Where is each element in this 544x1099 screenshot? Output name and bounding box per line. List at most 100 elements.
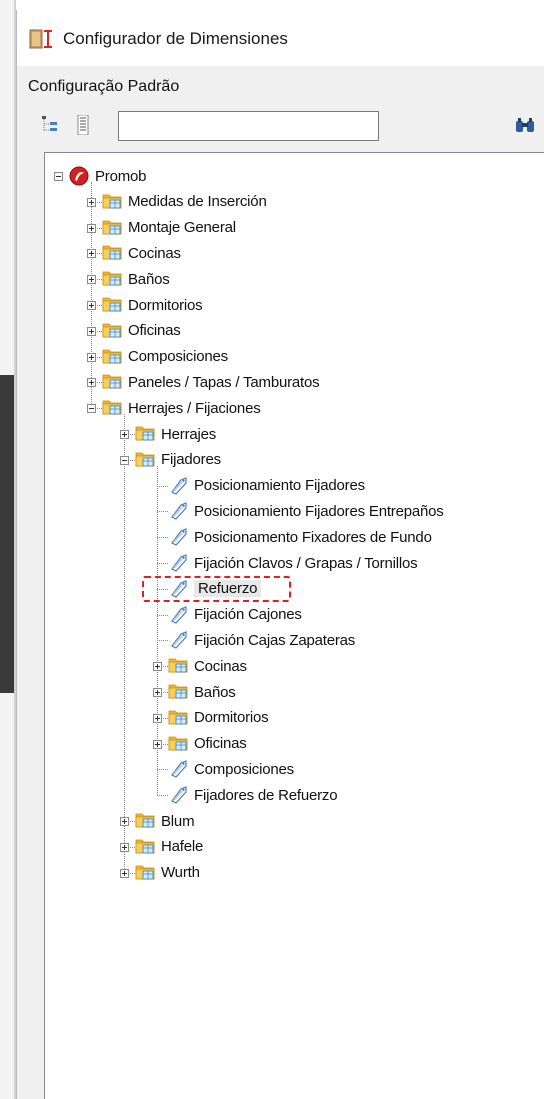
tree-node-label: Composiciones [194, 760, 294, 778]
expand-plus-icon[interactable] [87, 352, 96, 362]
tree-node[interactable]: Fijadores de Refuerzo [168, 784, 338, 806]
expand-plus-icon[interactable] [87, 378, 96, 388]
configuration-label: Configuração Padrão [28, 78, 180, 95]
expand-plus-icon[interactable] [87, 249, 96, 259]
config-tag-icon [171, 528, 187, 547]
expand-plus-icon[interactable] [87, 326, 96, 336]
tree-node-label: Herrajes [161, 425, 217, 443]
toolbar [17, 106, 544, 152]
expand-plus-icon[interactable] [120, 842, 129, 852]
tree-node[interactable]: Herrajes / Fijaciones [102, 397, 261, 419]
folder-icon [102, 374, 122, 389]
tree-node[interactable]: Oficinas [102, 320, 181, 342]
app-icon [29, 28, 55, 50]
folder-icon [168, 710, 188, 725]
tree-view: Promob Medidas de Inserción Montaje Genera… [44, 152, 544, 1099]
tree-node[interactable]: Fijación Cajas Zapateras [168, 629, 355, 651]
tree-expand-icon[interactable] [72, 114, 94, 136]
tree-node[interactable]: Fijadores [135, 449, 221, 471]
folder-icon [102, 220, 122, 234]
config-tag-icon [171, 502, 187, 521]
tree-node-label: Oficinas [194, 735, 247, 753]
tree-node[interactable]: Promob [69, 165, 147, 187]
tree-connector-line [157, 485, 168, 487]
expand-plus-icon[interactable] [87, 301, 96, 310]
tree-connector-line [157, 511, 168, 513]
expand-plus-icon[interactable] [87, 197, 96, 207]
expand-plus-icon[interactable] [153, 688, 162, 697]
tree-node[interactable]: Oficinas [168, 733, 247, 755]
folder-icon [102, 349, 122, 363]
folder-icon [168, 736, 188, 750]
tree-node-label: Baños [194, 683, 236, 701]
tree-node-label: Fijación Cajones [194, 606, 302, 624]
dimension-configurator-window: Configurador de Dimensiones Configuração… [16, 10, 544, 1099]
config-tag-icon [171, 476, 187, 495]
tree-node[interactable]: Posicionamento Fixadores de Fundo [168, 526, 432, 548]
expand-plus-icon[interactable] [153, 662, 162, 672]
selection-highlight [142, 575, 291, 602]
tree-node-label: Montaje General [128, 219, 236, 237]
tree-node[interactable]: Wurth [135, 862, 200, 884]
tree-node[interactable]: Fijación Cajones [168, 604, 302, 626]
tree-node-label: Oficinas [128, 322, 181, 340]
tree-connector-line [157, 795, 168, 797]
tree-node[interactable]: Blum [135, 810, 195, 832]
expand-plus-icon[interactable] [87, 275, 96, 285]
binoculars-search-icon[interactable] [514, 114, 536, 136]
folder-icon [135, 452, 155, 467]
tree-node-label: Composiciones [128, 348, 228, 366]
tree-node[interactable]: Dormitorios [102, 294, 203, 316]
tree-node[interactable]: Medidas de Inserción [102, 191, 267, 213]
config-tag-icon [171, 554, 187, 572]
tree-connector-line [157, 614, 168, 616]
tree-node[interactable]: Cocinas [102, 242, 181, 264]
expand-plus-icon[interactable] [87, 223, 96, 233]
tree-node-label: Posicionamiento Fijadores [194, 477, 365, 495]
expand-plus-icon[interactable] [120, 430, 129, 439]
tree-node[interactable]: Posicionamiento Fijadores [168, 475, 365, 497]
tree-node-label: Baños [128, 270, 170, 288]
folder-icon [168, 658, 188, 673]
tree-node-label: Cocinas [194, 657, 247, 675]
window-title: Configurador de Dimensiones [63, 29, 288, 48]
tree-connector-line [91, 182, 92, 409]
tree-node[interactable]: Composiciones [168, 758, 294, 780]
expand-plus-icon[interactable] [120, 817, 129, 826]
folder-icon [102, 297, 122, 312]
tree-connector-line [157, 640, 168, 642]
expand-plus-icon[interactable] [153, 713, 162, 723]
background-window-edge [0, 0, 16, 1099]
tree-node-label: Posicionamiento Fijadores Entrepaños [194, 502, 444, 520]
tree-node-label: Dormitorios [128, 296, 203, 314]
tree-node[interactable]: Montaje General [102, 217, 236, 239]
tree-node[interactable]: Posicionamiento Fijadores Entrepaños [168, 500, 444, 522]
tree-node[interactable]: Composiciones [102, 346, 228, 368]
tree-node[interactable]: Herrajes [135, 423, 216, 445]
tree-node[interactable]: Fijación Clavos / Grapas / Tornillos [168, 552, 418, 574]
tree-node-label: Promob [95, 167, 147, 185]
collapse-minus-icon[interactable] [87, 404, 96, 414]
tree-collapse-icon[interactable] [39, 114, 61, 136]
tree-node-label: Fijación Cajas Zapateras [194, 631, 356, 649]
collapse-minus-icon[interactable] [54, 172, 63, 181]
tree-node[interactable]: Dormitorios [168, 707, 269, 729]
tree-node[interactable]: Hafele [135, 836, 203, 858]
search-input[interactable] [118, 111, 379, 141]
config-tag-icon [171, 631, 187, 650]
tree-node-label: Wurth [161, 864, 200, 882]
tree-node[interactable]: Cocinas [168, 655, 247, 677]
tree-node[interactable]: Baños [102, 268, 170, 290]
folder-icon [102, 400, 122, 415]
tree-node-label: Posicionamento Fixadores de Fundo [194, 528, 432, 546]
expand-plus-icon[interactable] [153, 739, 162, 749]
collapse-minus-icon[interactable] [120, 455, 129, 465]
tree-node-label: Blum [161, 812, 195, 830]
tree-node[interactable]: Baños [168, 681, 236, 703]
tree-node[interactable]: Paneles / Tapas / Tamburatos [102, 371, 320, 393]
expand-plus-icon[interactable] [120, 868, 129, 878]
tree-connector-line [157, 769, 168, 771]
config-tag-icon [171, 786, 187, 805]
tree-node-label: Fijadores [161, 451, 221, 469]
folder-icon [135, 426, 155, 441]
